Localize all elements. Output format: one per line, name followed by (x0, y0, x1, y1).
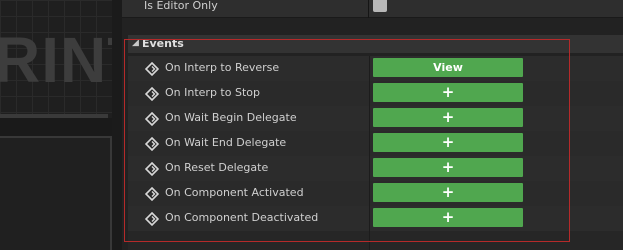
event-label: On Wait End Delegate (165, 136, 287, 149)
panel-splitter[interactable] (112, 0, 122, 250)
blueprint-viewport[interactable]: RINT (0, 0, 112, 118)
viewport-edge (0, 114, 108, 118)
add-event-button[interactable]: + (373, 208, 523, 227)
add-event-button[interactable]: + (373, 183, 523, 202)
blueprint-watermark: RINT (0, 24, 112, 96)
column-divider[interactable] (369, 106, 370, 131)
add-event-button[interactable]: + (373, 133, 523, 152)
column-divider[interactable] (369, 181, 370, 206)
add-event-button[interactable]: + (373, 83, 523, 102)
column-divider[interactable] (369, 131, 370, 156)
property-label: Is Editor Only (144, 0, 218, 12)
event-label: On Wait Begin Delegate (165, 111, 297, 124)
event-diamond-icon (145, 87, 159, 101)
event-label: On Reset Delegate (165, 161, 269, 174)
plus-icon: + (441, 108, 455, 126)
is-editor-only-checkbox[interactable] (373, 0, 387, 12)
column-divider[interactable] (369, 81, 370, 106)
add-event-button[interactable]: + (373, 108, 523, 127)
events-category-header[interactable]: ◢ Events (128, 35, 623, 53)
event-row: On Interp to Reverse View (128, 56, 623, 81)
column-divider[interactable] (368, 0, 369, 18)
event-diamond-icon (145, 62, 159, 76)
category-title: Events (142, 37, 184, 50)
event-row: On Component Activated + (128, 181, 623, 206)
plus-icon: + (441, 208, 455, 226)
event-label: On Interp to Reverse (165, 61, 280, 74)
event-row: On Wait Begin Delegate + (128, 106, 623, 131)
plus-icon: + (441, 133, 455, 151)
event-label: On Interp to Stop (165, 86, 260, 99)
lower-left-panel (0, 136, 112, 250)
view-event-button[interactable]: View (373, 58, 523, 77)
collapse-arrow-icon[interactable]: ◢ (132, 37, 139, 49)
event-label: On Component Activated (165, 186, 304, 199)
event-row: On Wait End Delegate + (128, 131, 623, 156)
details-panel: Is Editor Only ◢ Events On Interp to Rev… (122, 0, 623, 250)
plus-icon: + (441, 183, 455, 201)
event-label: On Component Deactivated (165, 211, 319, 224)
event-diamond-icon (145, 112, 159, 126)
events-list: On Interp to Reverse View On Interp to S… (128, 56, 623, 231)
column-divider[interactable] (369, 206, 370, 231)
plus-icon: + (441, 158, 455, 176)
column-divider[interactable] (369, 56, 370, 81)
event-diamond-icon (145, 137, 159, 151)
property-row-is-editor-only: Is Editor Only (122, 0, 623, 18)
column-divider[interactable] (369, 156, 370, 181)
column-divider (369, 231, 370, 250)
event-row: On Interp to Stop + (128, 81, 623, 106)
events-list-padding (128, 231, 623, 250)
event-row: On Reset Delegate + (128, 156, 623, 181)
event-diamond-icon (145, 187, 159, 201)
plus-icon: + (441, 83, 455, 101)
event-diamond-icon (145, 162, 159, 176)
add-event-button[interactable]: + (373, 158, 523, 177)
event-diamond-icon (145, 212, 159, 226)
event-row: On Component Deactivated + (128, 206, 623, 231)
